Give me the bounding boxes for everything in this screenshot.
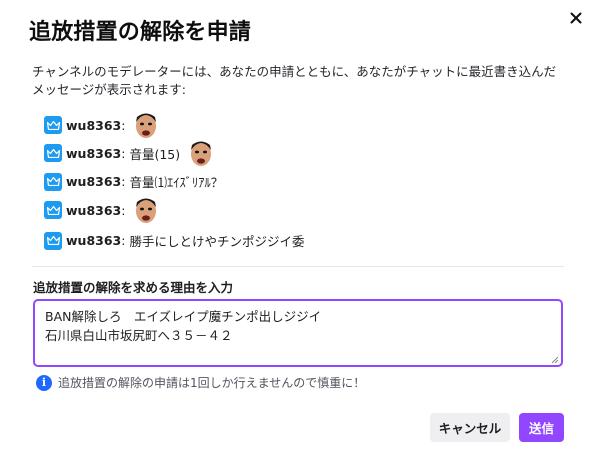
moderator-crown-icon — [44, 231, 62, 250]
close-icon — [570, 12, 582, 24]
info-note: i 追放措置の解除の申請は1回しか行えませんので慎重に！ — [36, 374, 365, 391]
chat-username: wu8363 — [66, 233, 122, 248]
chat-message: wu8363 : — [44, 195, 159, 225]
resize-grip-icon[interactable] — [551, 356, 559, 364]
chat-message: wu8363 : 勝手にしとけやチンポジジイ委 — [44, 231, 304, 250]
chat-username: wu8363 — [66, 117, 122, 133]
chat-message: wu8363 : 音量(15) — [44, 138, 214, 168]
chat-username: wu8363 — [66, 174, 122, 189]
reason-label: 追放措置の解除を求める理由を入力 — [33, 280, 234, 295]
face-emote-icon — [133, 195, 159, 225]
chat-separator: : — [121, 117, 126, 133]
moderator-crown-icon — [44, 172, 62, 191]
close-button[interactable] — [566, 8, 586, 28]
reason-textarea[interactable]: BAN解除しろ エイズレイプ魔チンポ出しジジイ 石川県白山市坂尻町へ３５－４２ — [33, 299, 563, 367]
chat-message: wu8363 : 音量⑴ｴｲｽﾞﾘｱﾙ？ — [44, 172, 223, 191]
face-emote-icon — [188, 138, 214, 168]
chat-separator: : — [121, 202, 126, 218]
info-icon: i — [36, 374, 52, 391]
face-emote-icon — [133, 110, 159, 140]
modal-description: チャンネルのモデレーターには、あなたの申請とともに、あなたがチャットに最近書き込… — [32, 64, 557, 97]
modal-title: 追放措置の解除を申請 — [29, 20, 252, 45]
chat-separator: : — [121, 145, 126, 161]
chat-text: 音量(15) — [129, 146, 181, 162]
chat-separator: : — [121, 174, 126, 189]
moderator-crown-icon — [44, 144, 62, 162]
chat-username: wu8363 — [66, 145, 122, 161]
chat-separator: : — [121, 233, 126, 248]
chat-text: 音量⑴ｴｲｽﾞﾘｱﾙ？ — [129, 175, 224, 190]
chat-username: wu8363 — [66, 202, 122, 218]
cancel-button[interactable]: キャンセル — [430, 413, 510, 442]
chat-message: wu8363 : — [44, 110, 159, 140]
moderator-crown-icon — [44, 201, 62, 219]
moderator-crown-icon — [44, 116, 62, 134]
unban-request-modal: 追放措置の解除を申請 チャンネルのモデレーターには、あなたの申請とともに、あなた… — [0, 0, 599, 465]
info-text: 追放措置の解除の申請は1回しか行えませんので慎重に！ — [58, 376, 366, 390]
chat-text: 勝手にしとけやチンポジジイ委 — [129, 234, 305, 249]
section-divider — [32, 266, 564, 267]
send-button[interactable]: 送信 — [519, 413, 564, 442]
